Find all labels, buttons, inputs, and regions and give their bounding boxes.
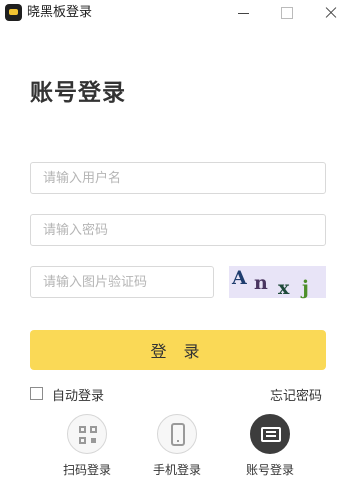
page-title: 账号登录 (30, 80, 126, 106)
minimize-icon[interactable] (224, 0, 264, 26)
window-title: 晓黑板登录 (27, 5, 93, 20)
captcha-char: x (278, 277, 290, 299)
close-icon[interactable] (310, 0, 350, 26)
captcha-image[interactable]: A n x j (229, 266, 326, 299)
phone-icon (157, 414, 197, 454)
auto-login-checkbox[interactable] (30, 387, 43, 400)
captcha-char: j (302, 277, 309, 299)
title-bar: 晓黑板登录 (0, 0, 356, 26)
auto-login-label[interactable]: 自动登录 (52, 385, 104, 404)
app-logo-icon (5, 4, 22, 21)
username-input[interactable] (30, 162, 326, 194)
login-method-label: 手机登录 (152, 463, 201, 477)
forgot-password-link[interactable]: 忘记密码 (270, 385, 322, 404)
password-input[interactable] (30, 214, 326, 246)
account-icon (250, 414, 290, 454)
captcha-char: A (232, 267, 247, 289)
login-method-label: 扫码登录 (62, 463, 111, 477)
login-method-label: 账号登录 (245, 463, 294, 477)
maximize-icon[interactable] (266, 0, 306, 26)
qrcode-icon (67, 414, 107, 454)
login-button[interactable]: 登 录 (30, 330, 326, 370)
login-method-phone[interactable]: 手机登录 (147, 414, 207, 478)
login-method-account[interactable]: 账号登录 (240, 414, 300, 478)
captcha-input[interactable] (30, 266, 214, 298)
login-method-qrcode[interactable]: 扫码登录 (57, 414, 117, 478)
captcha-char: n (254, 272, 268, 294)
